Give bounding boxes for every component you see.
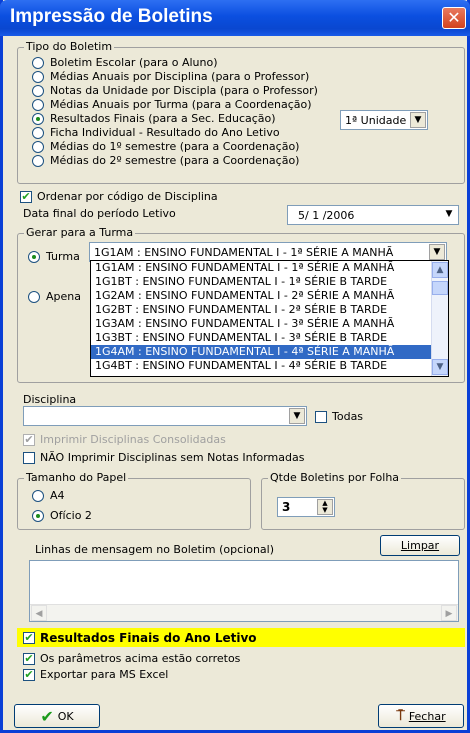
report-type-option-notas-unidade[interactable]: Notas da Unidade por Discipla (para o Pr… [32, 84, 318, 97]
print-consolidated-checkbox: ✔ Imprimir Disciplinas Consolidadas [23, 432, 226, 446]
scroll-up-icon[interactable]: ▲ [432, 262, 448, 278]
skip-empty-subjects-checkbox[interactable]: NÃO Imprimir Disciplinas sem Notas Infor… [23, 451, 304, 464]
generate-for-legend: Gerar para a Turma [24, 226, 136, 239]
unit-select[interactable]: 1ª Unidade ▼ [340, 110, 428, 130]
radio-icon[interactable] [32, 154, 44, 167]
paper-size-group: Tamanho do Papel A4 Ofício 2 [17, 471, 251, 530]
cards-per-sheet-legend: Qtde Boletins por Folha [268, 471, 402, 484]
report-type-option-resultados-finais[interactable]: Resultados Finais (para a Sec. Educação) [32, 112, 276, 125]
only-radio[interactable]: Apena [28, 290, 81, 303]
cards-per-sheet-spinner[interactable]: 3 ▲ ▼ [277, 497, 335, 517]
title-bar[interactable]: Impressão de Boletins ✕ [0, 0, 470, 36]
radio-icon[interactable] [32, 84, 44, 97]
radio-icon[interactable] [32, 98, 44, 111]
list-item-selected[interactable]: 1G4AM : ENSINO FUNDAMENTAL I - 4ª SÉRIE … [91, 345, 448, 359]
report-type-option-boletim-escolar[interactable]: Boletim Escolar (para o Aluno) [32, 56, 218, 69]
radio-icon[interactable] [32, 56, 44, 69]
message-textarea[interactable]: ◀ ▶ [29, 560, 459, 622]
scroll-thumb[interactable] [432, 281, 448, 295]
final-results-checkbox[interactable]: ✔ Resultados Finais do Ano Letivo [23, 631, 257, 645]
list-item[interactable]: 1G2AM : ENSINO FUNDAMENTAL I - 2ª SÉRIE … [91, 289, 448, 303]
report-type-option-medias-1-semestre[interactable]: Médias do 1º semestre (para a Coordenaçã… [32, 140, 299, 153]
all-subjects-checkbox[interactable]: Todas [315, 410, 363, 423]
radio-selected-icon[interactable] [28, 250, 40, 263]
subject-select[interactable]: ▼ [23, 406, 307, 426]
scroll-down-icon[interactable]: ▼ [432, 359, 448, 375]
class-radio[interactable]: Turma [28, 250, 80, 263]
chevron-down-icon[interactable]: ▼ [410, 112, 426, 128]
checkbox-checked-icon[interactable]: ✔ [23, 632, 35, 644]
clear-button[interactable]: Limpar [380, 535, 460, 556]
ok-button[interactable]: ✔ OK [14, 704, 100, 728]
list-item[interactable]: 1G1BT : ENSINO FUNDAMENTAL I - 1ª SÉRIE … [91, 275, 448, 289]
scroll-right-icon[interactable]: ▶ [441, 605, 457, 621]
vertical-scrollbar[interactable]: ▲ ▼ [431, 261, 448, 376]
radio-icon[interactable] [32, 126, 44, 139]
sort-by-code-checkbox[interactable]: ✔ Ordenar por código de Disciplina [20, 190, 218, 203]
scroll-left-icon[interactable]: ◀ [31, 605, 47, 621]
radio-icon[interactable] [32, 489, 44, 502]
window-title: Impressão de Boletins [10, 6, 213, 27]
parameters-correct-checkbox[interactable]: ✔ Os parâmetros acima estão corretos [23, 652, 240, 665]
message-lines-label: Linhas de mensagem no Boletim (opcional) [35, 543, 275, 556]
radio-icon[interactable] [28, 290, 40, 303]
report-type-option-medias-2-semestre[interactable]: Médias do 2º semestre (para a Coordenaçã… [32, 154, 299, 167]
checkbox-icon[interactable] [315, 410, 327, 423]
chevron-down-icon[interactable]: ▼ [441, 207, 457, 223]
list-item[interactable]: 1G4BT : ENSINO FUNDAMENTAL I - 4ª SÉRIE … [91, 359, 448, 373]
list-item[interactable]: 1G3AM : ENSINO FUNDAMENTAL I - 3ª SÉRIE … [91, 317, 448, 331]
report-type-group: Tipo do Boletim Boletim Escolar (para o … [17, 40, 465, 184]
export-excel-checkbox[interactable]: ✔ Exportar para MS Excel [23, 668, 168, 681]
report-type-option-medias-turma[interactable]: Médias Anuais por Turma (para a Coordena… [32, 98, 312, 111]
checkbox-checked-icon[interactable]: ✔ [20, 190, 32, 203]
spinner-arrows-icon[interactable]: ▲ ▼ [317, 499, 333, 515]
list-item[interactable]: 1G1AM : ENSINO FUNDAMENTAL I - 1ª SÉRIE … [91, 261, 448, 275]
close-dialog-button[interactable]: ⍑ Fechar [378, 704, 464, 728]
checkbox-icon[interactable] [23, 451, 35, 464]
radio-icon[interactable] [32, 140, 44, 153]
list-item[interactable]: 1G3BT : ENSINO FUNDAMENTAL I - 3ª SÉRIE … [91, 331, 448, 345]
horizontal-scrollbar[interactable]: ◀ ▶ [30, 604, 458, 621]
chevron-down-icon[interactable]: ▼ [289, 408, 305, 424]
paper-a4-radio[interactable]: A4 [32, 489, 65, 502]
radio-selected-icon[interactable] [32, 509, 44, 522]
checkbox-checked-icon: ✔ [23, 432, 35, 446]
report-type-legend: Tipo do Boletim [24, 40, 115, 53]
report-type-option-ficha-individual[interactable]: Ficha Individual - Resultado do Ano Leti… [32, 126, 280, 139]
checkbox-checked-icon[interactable]: ✔ [23, 652, 35, 665]
class-select[interactable]: 1G1AM : ENSINO FUNDAMENTAL I - 1ª SÉRIE … [89, 242, 447, 262]
subject-label: Disciplina [23, 393, 77, 406]
list-item[interactable]: 1G2BT : ENSINO FUNDAMENTAL I - 2ª SÉRIE … [91, 303, 448, 317]
class-dropdown-list[interactable]: 1G1AM : ENSINO FUNDAMENTAL I - 1ª SÉRIE … [90, 260, 449, 377]
print-report-cards-window: Impressão de Boletins ✕ Tipo do Boletim … [0, 0, 470, 733]
end-date-label: Data final do período Letivo [23, 207, 176, 220]
radio-icon[interactable] [32, 70, 44, 83]
door-exit-icon: ⍑ [396, 708, 405, 724]
paper-oficio2-radio[interactable]: Ofício 2 [32, 509, 92, 522]
radio-selected-icon[interactable] [32, 112, 44, 125]
paper-size-legend: Tamanho do Papel [24, 471, 129, 484]
chevron-down-icon[interactable]: ▼ [429, 244, 445, 260]
report-type-option-medias-disciplina[interactable]: Médias Anuais por Disciplina (para o Pro… [32, 70, 309, 83]
close-button[interactable]: ✕ [442, 7, 466, 29]
checkbox-checked-icon[interactable]: ✔ [23, 668, 35, 681]
end-date-picker[interactable]: 5/ 1 /2006 ▼ [287, 205, 459, 225]
checkmark-icon: ✔ [40, 706, 54, 726]
